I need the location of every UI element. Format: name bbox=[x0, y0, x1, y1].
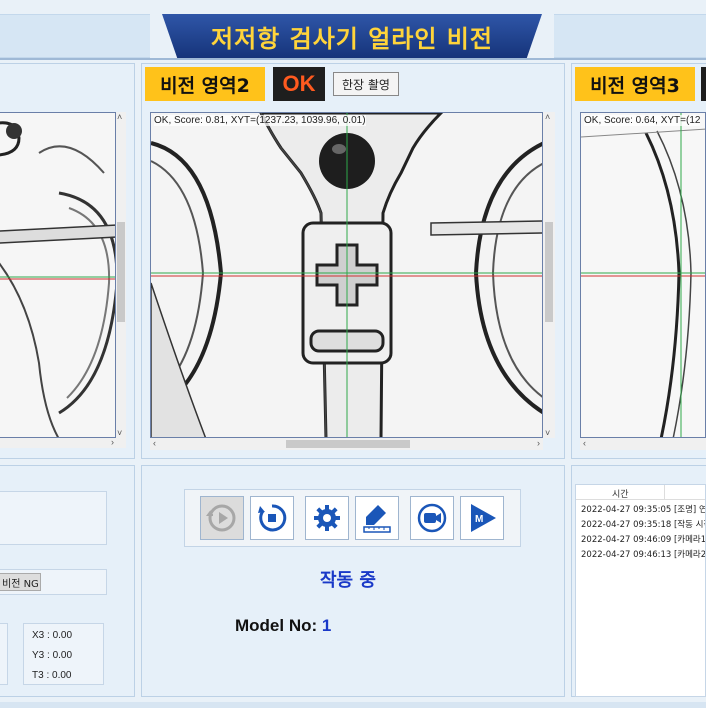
model-number: Model No: 1 bbox=[235, 616, 331, 636]
vision1-camera-image bbox=[0, 113, 115, 437]
camera-button[interactable] bbox=[410, 496, 454, 540]
manual-mode-button[interactable]: M bbox=[460, 496, 504, 540]
header-divider bbox=[0, 58, 706, 60]
log-header: 시간 bbox=[576, 485, 705, 500]
vision2-label: 비전 영역2 bbox=[145, 67, 265, 101]
vision2-image[interactable]: OK, Score: 0.81, XYT=(1237.23, 1039.96, … bbox=[150, 112, 543, 438]
vision1-vertical-scrollbar[interactable]: ˄ ˅ bbox=[116, 112, 126, 438]
reset-button[interactable] bbox=[250, 496, 294, 540]
vision3-label: 비전 영역3 bbox=[575, 67, 695, 101]
operation-status: 작동 중 bbox=[320, 570, 376, 591]
app-title: 저저항 검사기 얼라인 비전 bbox=[211, 24, 493, 53]
header-bar-right bbox=[554, 14, 706, 58]
y3-value: Y3 : 0.00 bbox=[32, 650, 73, 661]
t3-value: T3 : 0.00 bbox=[32, 670, 72, 681]
play-button[interactable] bbox=[200, 496, 244, 540]
play-icon bbox=[206, 504, 236, 532]
scroll-right-icon[interactable]: › bbox=[111, 437, 114, 447]
vision3-result-badge bbox=[701, 67, 706, 101]
model-number-label: Model No: bbox=[235, 616, 318, 635]
log-row[interactable]: 2022-04-27 09:35:18 [작동 시작] bbox=[581, 518, 705, 530]
app-window: 저저항 검사기 얼라인 비전 ˄ ˅ › 비전 영역2 OK 한장 촬영 OK,… bbox=[0, 0, 706, 708]
left-coord-box-b: X3 : 0.00 Y3 : 0.00 T3 : 0.00 bbox=[23, 623, 104, 685]
vision1-vscroll-thumb[interactable] bbox=[117, 222, 125, 322]
single-shot-button[interactable]: 한장 촬영 bbox=[333, 72, 399, 96]
scroll-right-icon[interactable]: › bbox=[537, 438, 540, 448]
manual-mode-icon: M bbox=[471, 504, 496, 532]
scroll-left-icon[interactable]: ‹ bbox=[153, 438, 156, 448]
header-bar-left bbox=[0, 14, 150, 58]
vision2-camera-image bbox=[151, 113, 542, 437]
scroll-up-icon[interactable]: ˄ bbox=[545, 112, 550, 122]
app-title-banner: 저저항 검사기 얼라인 비전 bbox=[162, 14, 542, 58]
scroll-up-icon[interactable]: ˄ bbox=[117, 112, 122, 122]
vision3-horizontal-scrollbar[interactable]: ‹ bbox=[580, 438, 706, 450]
scroll-down-icon[interactable]: ˅ bbox=[545, 428, 550, 438]
vision3-overlay-text: OK, Score: 0.64, XYT=(12 bbox=[584, 115, 701, 126]
gear-icon bbox=[314, 505, 340, 531]
log-row[interactable]: 2022-04-27 09:46:13 [카메라2] 촬 bbox=[581, 548, 705, 560]
log-row[interactable]: 2022-04-27 09:35:05 [조명] 연결 bbox=[581, 503, 705, 515]
vision2-result-badge: OK bbox=[273, 67, 325, 101]
control-toolbar: M bbox=[184, 489, 521, 547]
vision1-image[interactable] bbox=[0, 112, 116, 438]
model-number-value: 1 bbox=[321, 616, 332, 635]
manual-mode-letter: M bbox=[475, 514, 483, 525]
vision2-overlay-text: OK, Score: 0.81, XYT=(1237.23, 1039.96, … bbox=[154, 115, 366, 126]
vision1-horizontal-scrollbar[interactable]: › bbox=[0, 437, 126, 448]
event-log-list[interactable]: 시간 2022-04-27 09:35:05 [조명] 연결 2022-04-2… bbox=[575, 484, 706, 697]
vision3-image[interactable]: OK, Score: 0.64, XYT=(12 bbox=[580, 112, 706, 438]
scroll-left-icon[interactable]: ‹ bbox=[583, 438, 586, 448]
settings-button[interactable] bbox=[305, 496, 349, 540]
log-header-divider bbox=[664, 485, 665, 500]
video-camera-icon bbox=[417, 503, 447, 533]
vision2-vertical-scrollbar[interactable]: ˄ ˅ bbox=[543, 112, 555, 438]
log-header-time: 시간 bbox=[612, 490, 629, 500]
left-info-box bbox=[0, 491, 107, 545]
vision2-horizontal-scrollbar[interactable]: ‹ › bbox=[150, 438, 543, 450]
bottom-border bbox=[0, 702, 706, 708]
vision2-hscroll-thumb[interactable] bbox=[286, 440, 410, 448]
vision2-vscroll-thumb[interactable] bbox=[545, 222, 553, 322]
edit-ruler-icon bbox=[363, 505, 391, 533]
scroll-down-icon[interactable]: ˅ bbox=[117, 428, 122, 438]
x3-value: X3 : 0.00 bbox=[32, 630, 73, 641]
reset-icon bbox=[258, 504, 287, 532]
log-row[interactable]: 2022-04-27 09:46:09 [카메라1] 촬 bbox=[581, 533, 705, 545]
calibration-button[interactable] bbox=[355, 496, 399, 540]
left-coord-box-a bbox=[0, 623, 8, 685]
vision3-camera-image bbox=[581, 113, 705, 437]
vision-ng-button[interactable]: 비전 NG bbox=[0, 573, 41, 591]
